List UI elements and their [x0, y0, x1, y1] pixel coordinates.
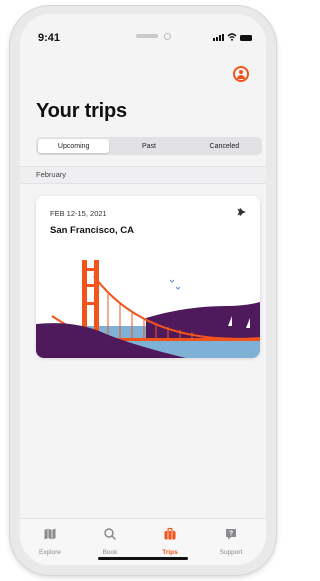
signal-icon: [213, 34, 224, 41]
battery-icon: [240, 35, 252, 41]
status-time: 9:41: [38, 32, 61, 44]
svg-text:?: ?: [229, 530, 233, 537]
trip-destination: San Francisco, CA: [50, 225, 134, 236]
wifi-icon: [227, 33, 237, 41]
trip-filter-segmented-control: Upcoming Past Canceled: [36, 137, 262, 155]
section-header: February: [20, 166, 266, 184]
suitcase-icon: [164, 527, 176, 540]
search-icon: [104, 528, 117, 541]
tab-book-label: Book: [102, 549, 118, 556]
page-title: Your trips: [36, 100, 127, 122]
tab-trips[interactable]: Trips: [147, 527, 193, 556]
tab-past[interactable]: Past: [113, 139, 184, 153]
tab-canceled[interactable]: Canceled: [189, 139, 260, 153]
camera-notch: [164, 33, 171, 40]
profile-icon[interactable]: [233, 66, 249, 82]
tab-trips-label: Trips: [162, 549, 178, 556]
speaker-notch: [136, 34, 158, 38]
tab-support-label: Support: [219, 549, 243, 556]
tab-upcoming[interactable]: Upcoming: [38, 139, 110, 153]
tab-book[interactable]: Book: [87, 527, 133, 556]
map-icon: [44, 528, 56, 540]
golden-gate-illustration: [36, 242, 260, 358]
app-screen: 9:41 Your trips Upcoming Past Canceled F…: [20, 14, 266, 565]
tab-support[interactable]: ? Support: [208, 527, 254, 556]
help-icon: ?: [226, 529, 236, 540]
trip-dates: FEB 12-15, 2021: [50, 209, 107, 218]
status-bar: 9:41: [20, 14, 266, 54]
status-icons: [213, 33, 252, 41]
tab-explore[interactable]: Explore: [27, 527, 73, 556]
tab-explore-label: Explore: [38, 549, 62, 556]
trip-card[interactable]: FEB 12-15, 2021 San Francisco, CA: [36, 196, 260, 358]
home-indicator: [98, 557, 188, 560]
section-label: February: [36, 170, 67, 179]
plane-icon: [237, 208, 246, 216]
